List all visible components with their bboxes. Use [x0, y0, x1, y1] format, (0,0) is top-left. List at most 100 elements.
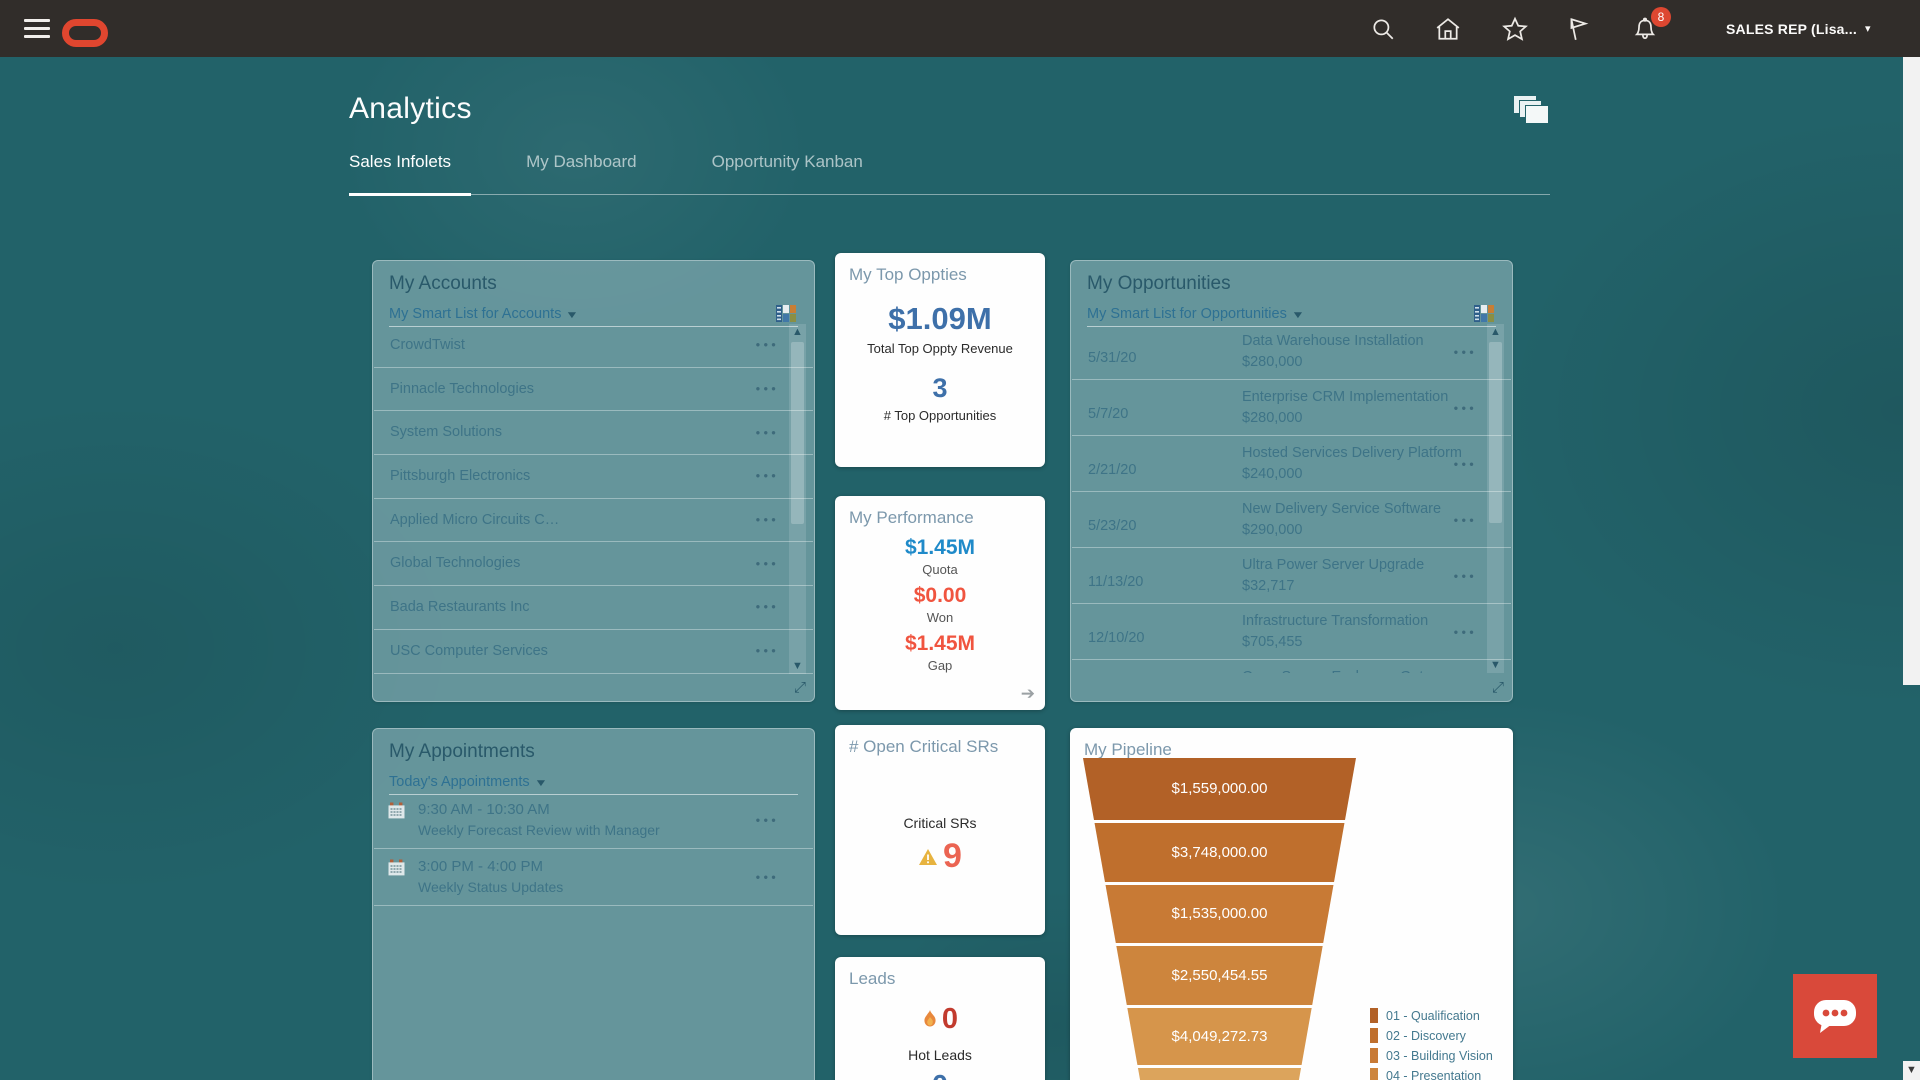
appointments-list: 9:30 AM - 10:30 AM Weekly Forecast Revie…	[374, 792, 813, 972]
row-actions-icon[interactable]: ●●●	[756, 629, 780, 673]
hamburger-menu-icon[interactable]	[24, 19, 50, 38]
account-row[interactable]: Pittsburgh Electronics ●●●	[374, 455, 813, 499]
funnel-segment[interactable]: $3,748,000.00	[1083, 823, 1356, 882]
card-title: My Accounts	[389, 273, 497, 294]
opportunity-row[interactable]: 5/31/20 Data Warehouse Installation $280,…	[1072, 324, 1511, 380]
opportunity-amount: $240,000	[1242, 466, 1303, 482]
quota-label: Quota	[922, 562, 958, 577]
funnel-segment[interactable]: $2,550,454.55	[1083, 946, 1356, 1005]
flip-infolet-icon[interactable]: ➔	[1021, 684, 1035, 704]
opportunity-row[interactable]: 2/21/20 Hosted Services Delivery Platfor…	[1072, 436, 1511, 492]
opportunity-date: 12/10/20	[1088, 630, 1145, 646]
row-actions-icon[interactable]: ●●●	[1454, 571, 1478, 580]
row-actions-icon[interactable]: ●●●	[756, 367, 780, 411]
smart-list-selector[interactable]: My Smart List for Opportunities	[1087, 306, 1287, 322]
legend-item: 03 - Building Vision	[1370, 1048, 1493, 1063]
opportunity-date: 11/13/20	[1088, 574, 1144, 590]
resize-handle-icon[interactable]: ⤢	[794, 679, 806, 696]
card-scrollbar[interactable]: ▲ ▼	[789, 324, 806, 674]
row-actions-icon[interactable]: ●●●	[756, 816, 780, 825]
row-actions-icon[interactable]: ●●●	[756, 411, 780, 455]
scroll-up-icon[interactable]: ▲	[1487, 326, 1504, 338]
search-icon[interactable]	[1370, 16, 1396, 42]
won-value: $0.00	[913, 584, 967, 607]
legend-label: 03 - Building Vision	[1386, 1048, 1493, 1063]
card-title: Leads	[849, 969, 896, 988]
legend-label: 02 - Discovery	[1386, 1028, 1466, 1043]
smart-list-selector[interactable]: My Smart List for Accounts	[389, 306, 561, 322]
appointment-name: Weekly Status Updates	[418, 879, 564, 895]
legend-swatch	[1370, 1028, 1378, 1043]
opportunity-row[interactable]: 12/10/20 Infrastructure Transformation $7…	[1072, 604, 1511, 660]
leads-infolet: Leads 0 Hot Leads 0	[835, 957, 1045, 1080]
row-actions-icon[interactable]: ●●●	[756, 586, 780, 630]
opportunity-name: New Delivery Service Software	[1242, 501, 1442, 517]
user-menu[interactable]: SALES REP (Lisa... ▾	[1726, 0, 1871, 57]
legend-item: 04 - Presentation	[1370, 1068, 1493, 1080]
account-name: CrowdTwist	[390, 337, 465, 353]
card-scrollbar[interactable]: ▲ ▼	[1487, 324, 1504, 673]
opportunity-name: Infrastructure Transformation	[1242, 613, 1429, 629]
pipeline-funnel-chart: $1,559,000.00 $3,748,000.00 $1,535,000.0…	[1083, 758, 1356, 1080]
row-actions-icon[interactable]: ●●●	[756, 324, 780, 367]
gap-value: $1.45M	[904, 632, 976, 655]
scrollbar-thumb[interactable]	[1903, 20, 1920, 685]
opportunity-row[interactable]: 11/13/20 Ultra Power Server Upgrade $32,7…	[1072, 548, 1511, 604]
scrollbar-down-button[interactable]: ▼	[1903, 1061, 1920, 1080]
star-icon[interactable]	[1502, 16, 1528, 42]
appointment-row[interactable]: 9:30 AM - 10:30 AM Weekly Forecast Revie…	[374, 792, 813, 849]
opportunity-row[interactable]: 5/7/20 Enterprise CRM Implementation $280…	[1072, 380, 1511, 436]
account-name: Bada Restaurants Inc	[390, 599, 530, 616]
flag-icon[interactable]	[1566, 16, 1592, 42]
opportunity-date: 2/21/20	[1088, 462, 1137, 478]
account-row[interactable]: USC Computer Services ●●●	[374, 630, 813, 674]
row-actions-icon[interactable]: ●●●	[756, 498, 780, 542]
list-view-icon[interactable]	[1474, 305, 1494, 322]
funnel-segment[interactable]: $1,535,000.00	[1083, 885, 1356, 943]
funnel-segment[interactable]: $1,559,000.00	[1083, 758, 1356, 820]
funnel-segment[interactable]: $4,049,272.73	[1083, 1008, 1356, 1065]
account-row[interactable]: Global Technologies ●●●	[374, 542, 813, 587]
scroll-down-icon[interactable]: ▼	[789, 660, 806, 672]
list-view-icon[interactable]	[776, 305, 796, 322]
home-icon[interactable]	[1435, 16, 1461, 42]
notification-badge[interactable]: 8	[1651, 7, 1671, 27]
funnel-segment[interactable]	[1083, 1068, 1356, 1080]
account-row[interactable]: Applied Micro Circuits C… ●●●	[374, 499, 813, 543]
tab-sales-infolets[interactable]: Sales Infolets	[349, 152, 472, 196]
opportunity-row[interactable]: 5/23/20 New Delivery Service Software $29…	[1072, 492, 1511, 548]
row-actions-icon[interactable]: ●●●	[1454, 627, 1478, 636]
tab-my-dashboard[interactable]: My Dashboard	[526, 152, 637, 194]
row-actions-icon[interactable]: ●●●	[1454, 515, 1478, 524]
flip-all-infolets-icon[interactable]	[1512, 92, 1550, 126]
chat-button[interactable]	[1793, 974, 1877, 1058]
scroll-down-icon[interactable]: ▼	[1487, 659, 1504, 671]
opportunity-row[interactable]: Open Source Exchange Gateway	[1072, 660, 1511, 673]
critical-srs-label: Critical SRs	[903, 815, 977, 831]
account-name: Pinnacle Technologies	[390, 380, 535, 397]
accounts-list: CrowdTwist ●●● Pinnacle Technologies ●●● S…	[374, 324, 813, 674]
row-actions-icon[interactable]: ●●●	[756, 873, 780, 882]
account-row[interactable]: Bada Restaurants Inc ●●●	[374, 586, 813, 630]
row-actions-icon[interactable]: ●●●	[756, 455, 780, 499]
tab-bar: Sales Infolets My Dashboard Opportunity …	[349, 152, 1550, 196]
opportunity-name: Ultra Power Server Upgrade	[1242, 557, 1425, 573]
card-title: My Appointments	[389, 741, 535, 762]
row-actions-icon[interactable]: ●●●	[1454, 403, 1478, 412]
scroll-up-icon[interactable]: ▲	[789, 326, 806, 338]
account-row[interactable]: CrowdTwist ●●●	[374, 324, 813, 368]
row-actions-icon[interactable]: ●●●	[756, 542, 780, 586]
resize-handle-icon[interactable]: ⤢	[1492, 679, 1504, 696]
account-row[interactable]: Pinnacle Technologies ●●●	[374, 368, 813, 412]
scroll-thumb[interactable]	[791, 342, 804, 524]
oracle-logo[interactable]	[62, 19, 108, 47]
account-row[interactable]: System Solutions ●●●	[374, 411, 813, 456]
tab-opportunity-kanban[interactable]: Opportunity Kanban	[712, 152, 863, 194]
scroll-thumb[interactable]	[1489, 342, 1502, 524]
row-actions-icon[interactable]: ●●●	[1454, 347, 1478, 356]
appointment-row[interactable]: 3:00 PM - 4:00 PM Weekly Status Updates …	[374, 849, 813, 906]
appointments-filter-selector[interactable]: Today's Appointments	[389, 774, 530, 790]
row-actions-icon[interactable]: ●●●	[1454, 459, 1478, 468]
dropdown-caret-icon: ▼	[1290, 310, 1305, 321]
card-title: My Opportunities	[1087, 273, 1231, 294]
